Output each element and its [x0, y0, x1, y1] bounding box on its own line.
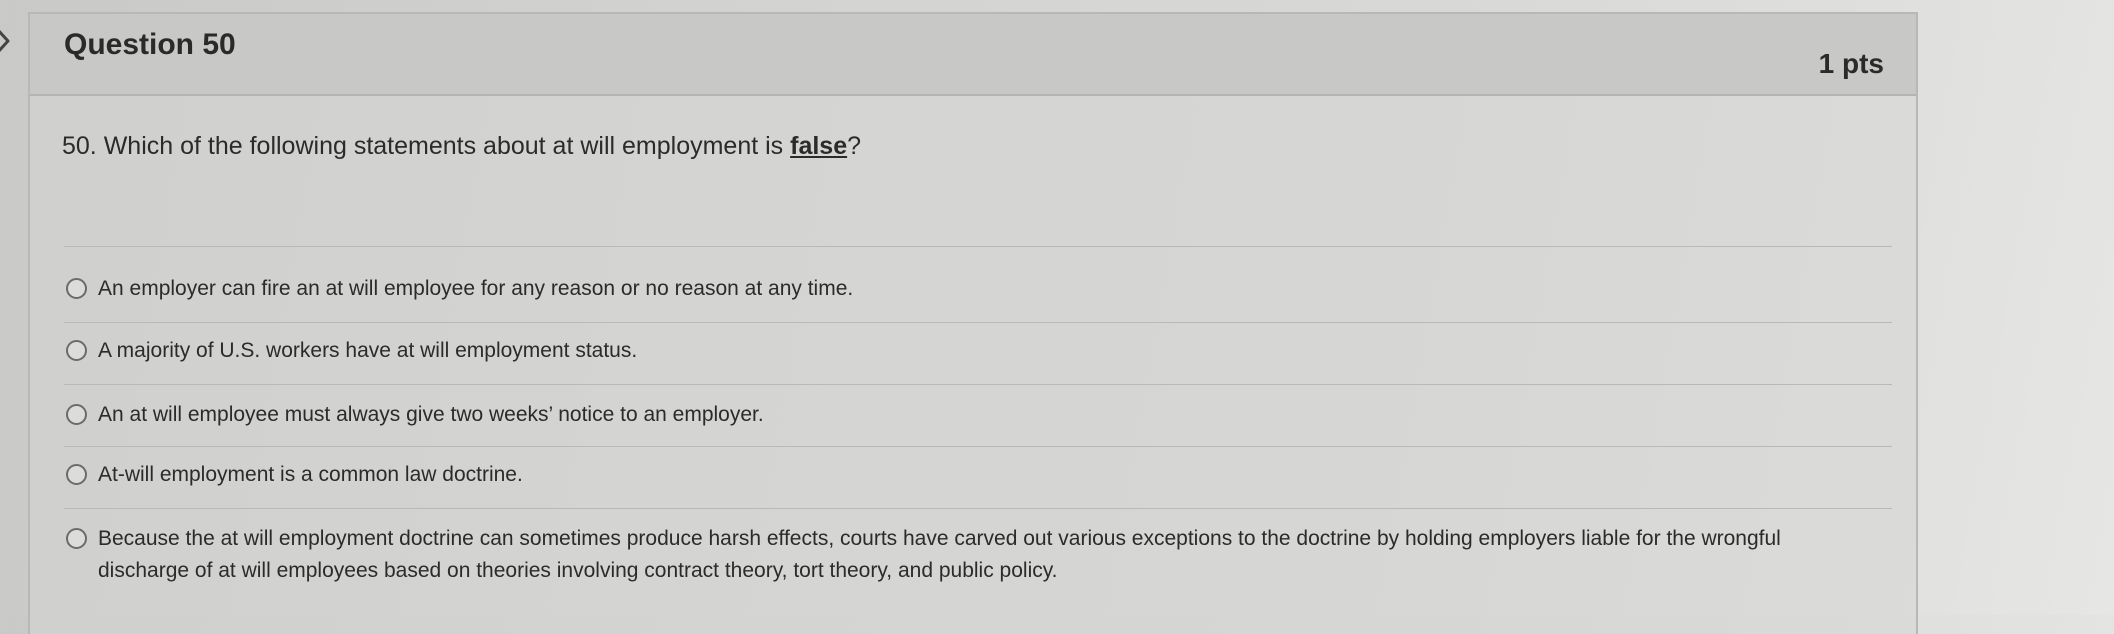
chevron-right-icon[interactable] — [0, 26, 16, 56]
answer-label: An employer can fire an at will employee… — [98, 277, 854, 300]
radio-button[interactable] — [66, 464, 87, 485]
answer-label: Because the at will employment doctrine … — [98, 527, 1781, 582]
prompt-suffix: ? — [847, 132, 862, 160]
radio-button[interactable] — [66, 528, 87, 549]
answer-label: A majority of U.S. workers have at will … — [98, 339, 638, 362]
question-points: 1 pts — [1818, 48, 1884, 79]
radio-button[interactable] — [66, 404, 87, 425]
radio-button[interactable] — [66, 340, 87, 361]
answer-option-1[interactable]: An employer can fire an at will employee… — [58, 270, 1892, 328]
answer-option-2[interactable]: A majority of U.S. workers have at will … — [58, 332, 1892, 390]
answer-option-4[interactable]: At-will employment is a common law doctr… — [58, 456, 1892, 514]
prompt-prefix: 50. Which of the following statements ab… — [62, 132, 791, 160]
question-header: Question 50 1 pts — [30, 14, 1916, 96]
radio-button[interactable] — [66, 278, 87, 299]
question-title: Question 50 — [64, 28, 236, 61]
question-card: Question 50 1 pts 50. Which of the follo… — [28, 12, 1918, 634]
answer-label: At-will employment is a common law doctr… — [98, 463, 523, 486]
answer-label: An at will employee must always give two… — [98, 403, 764, 426]
answer-divider — [64, 446, 1892, 447]
answer-divider — [64, 384, 1892, 385]
answer-divider — [64, 322, 1892, 323]
answer-divider — [64, 246, 1892, 247]
prompt-emphasis: false — [790, 132, 848, 160]
question-prompt: 50. Which of the following statements ab… — [62, 132, 861, 161]
answer-option-5[interactable]: Because the at will employment doctrine … — [58, 520, 1892, 600]
answer-divider — [64, 508, 1892, 509]
